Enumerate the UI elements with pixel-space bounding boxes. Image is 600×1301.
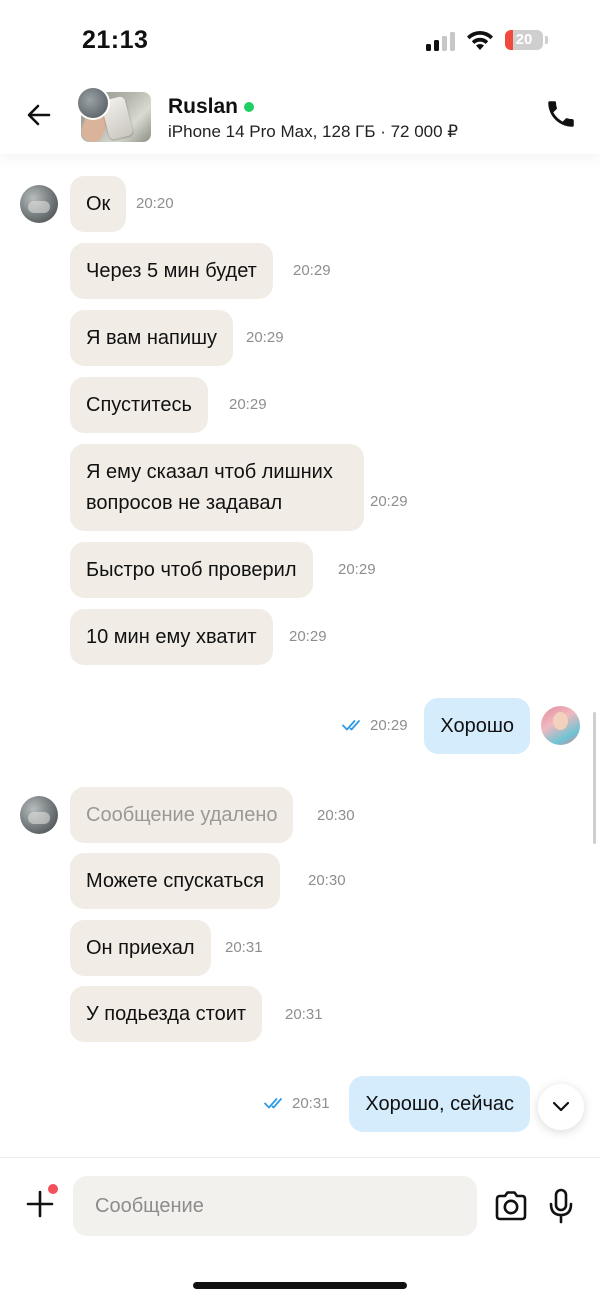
message-bubble-incoming[interactable]: Ок bbox=[70, 176, 127, 232]
status-time: 21:13 bbox=[82, 26, 149, 54]
battery-icon: 20 bbox=[505, 30, 543, 50]
message-bubble-outgoing[interactable]: Хорошо, сейчас bbox=[349, 1076, 530, 1132]
message-bubble-incoming[interactable]: 10 мин ему хватит bbox=[70, 609, 273, 665]
my-avatar[interactable] bbox=[541, 706, 580, 745]
message-text: Ок bbox=[86, 193, 111, 215]
message-text: Я вам напишу bbox=[86, 327, 218, 349]
contact-name: Ruslan bbox=[168, 95, 239, 118]
message-bubble-deleted[interactable]: Сообщение удалено bbox=[70, 787, 294, 843]
message-time: 20:29 bbox=[246, 329, 284, 346]
message-time: 20:20 bbox=[136, 195, 174, 212]
microphone-icon[interactable] bbox=[548, 1188, 574, 1224]
home-indicator bbox=[193, 1282, 407, 1289]
message-time: 20:31 bbox=[285, 1006, 323, 1023]
message-time: 20:31 bbox=[225, 939, 263, 956]
message-text: Можете спускаться bbox=[86, 870, 265, 892]
arrow-left-icon[interactable] bbox=[22, 98, 56, 132]
contact-avatar[interactable] bbox=[20, 185, 58, 223]
double-check-icon bbox=[342, 720, 360, 731]
message-time: 20:29 bbox=[370, 493, 408, 510]
message-text: Хорошо, сейчас bbox=[365, 1093, 514, 1115]
wifi-icon bbox=[467, 30, 493, 50]
message-input[interactable] bbox=[73, 1176, 477, 1236]
message-text: Он приехал bbox=[86, 937, 195, 959]
message-bubble-incoming[interactable]: Я ему сказал чтоб лишних вопросов не зад… bbox=[70, 444, 364, 531]
battery-level: 20 bbox=[515, 31, 533, 48]
online-indicator bbox=[244, 102, 255, 112]
notification-dot bbox=[48, 1184, 58, 1194]
contact-avatar[interactable] bbox=[76, 86, 110, 120]
signal-icon bbox=[426, 31, 458, 51]
phone-icon[interactable] bbox=[544, 96, 578, 132]
message-bubble-incoming[interactable]: Через 5 мин будет bbox=[70, 243, 273, 299]
scrollbar[interactable] bbox=[593, 712, 596, 844]
message-bubble-incoming[interactable]: Он приехал bbox=[70, 920, 211, 976]
message-text: Сообщение удалено bbox=[86, 804, 278, 826]
listing-title[interactable]: iPhone 14 Pro Max, 128 ГБ · 72 000 ₽ bbox=[168, 122, 458, 142]
status-bar: 21:13 20 bbox=[0, 0, 600, 80]
battery-cap bbox=[545, 36, 548, 44]
message-time: 20:29 bbox=[289, 628, 327, 645]
double-check-icon bbox=[264, 1098, 282, 1109]
message-time: 20:29 bbox=[370, 717, 408, 734]
message-text: Быстро чтоб проверил bbox=[86, 559, 297, 581]
contact-avatar[interactable] bbox=[20, 796, 58, 834]
message-bubble-outgoing[interactable]: Хорошо bbox=[424, 698, 530, 754]
message-time: 20:30 bbox=[317, 807, 355, 824]
chevron-down-icon bbox=[552, 1101, 570, 1112]
message-bubble-incoming[interactable]: Я вам напишу bbox=[70, 310, 234, 366]
message-time: 20:29 bbox=[338, 561, 376, 578]
message-text: 10 мин ему хватит bbox=[86, 626, 257, 648]
message-time: 20:29 bbox=[293, 262, 331, 279]
message-text: Спуститесь bbox=[86, 394, 192, 416]
message-text: Я ему сказал чтоб лишних вопросов не зад… bbox=[86, 460, 333, 514]
message-time: 20:29 bbox=[229, 396, 267, 413]
message-time: 20:30 bbox=[308, 872, 346, 889]
scroll-to-bottom-button[interactable] bbox=[538, 1084, 584, 1130]
message-bubble-incoming[interactable]: Можете спускаться bbox=[70, 853, 281, 909]
message-text: У подьезда стоит bbox=[86, 1003, 247, 1025]
contact-name-row[interactable]: Ruslan bbox=[168, 94, 255, 120]
message-text: Хорошо bbox=[440, 715, 514, 737]
message-time: 20:31 bbox=[292, 1095, 330, 1112]
message-bubble-incoming[interactable]: У подьезда стоит bbox=[70, 986, 263, 1042]
chat-header: Ruslan iPhone 14 Pro Max, 128 ГБ · 72 00… bbox=[0, 80, 600, 154]
message-composer bbox=[0, 1157, 600, 1301]
message-bubble-incoming[interactable]: Быстро чтоб проверил bbox=[70, 542, 313, 598]
camera-icon[interactable] bbox=[493, 1188, 529, 1224]
message-bubble-incoming[interactable]: Спуститесь bbox=[70, 377, 208, 433]
message-text: Через 5 мин будет bbox=[86, 260, 257, 282]
